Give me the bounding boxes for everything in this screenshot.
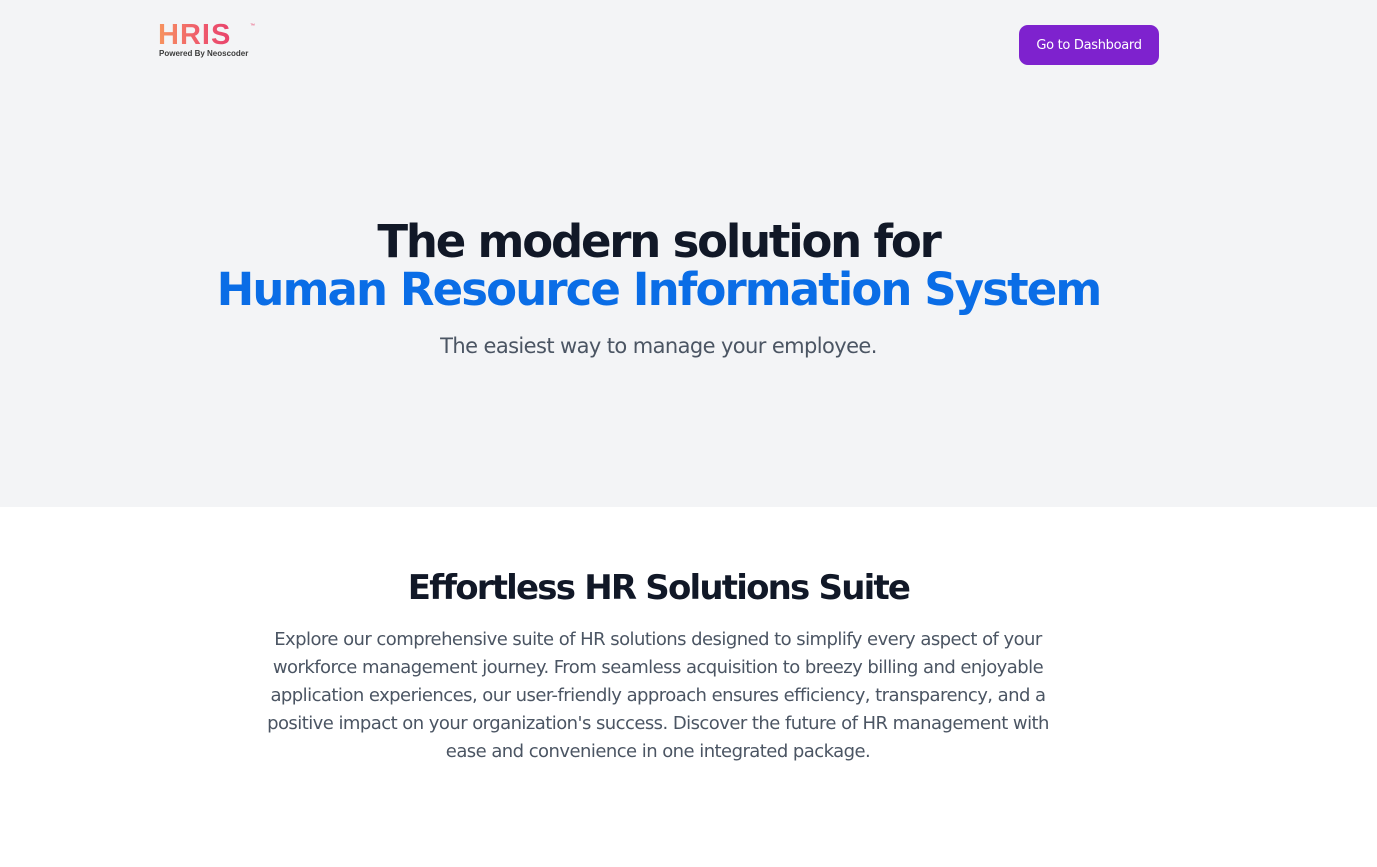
hero-section: HRIS ™ Powered By Neoscoder Go to Dashbo… [0, 0, 1377, 507]
logo-trademark: ™ [250, 23, 255, 29]
hero-title: The modern solution for Human Resource I… [0, 218, 1317, 314]
features-description: Explore our comprehensive suite of HR so… [267, 629, 1049, 762]
logo-tagline: Powered By Neoscoder [159, 49, 249, 58]
hero-title-line2: Human Resource Information System [216, 263, 1103, 316]
hero-title-line1: The modern solution for [377, 215, 941, 268]
hris-logo[interactable]: HRIS ™ Powered By Neoscoder [158, 20, 268, 60]
hero-subtitle: The easiest way to manage your employee. [440, 334, 877, 358]
go-to-dashboard-button[interactable]: Go to Dashboard [1019, 25, 1159, 65]
logo-wordmark: HRIS [158, 19, 232, 51]
features-title: Effortless HR Solutions Suite [407, 568, 911, 608]
